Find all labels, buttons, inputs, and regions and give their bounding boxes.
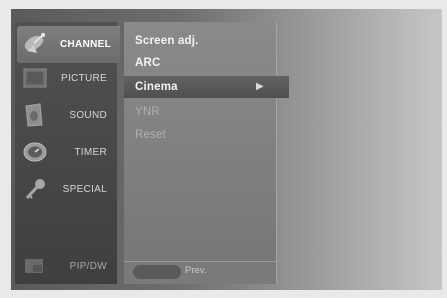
speaker-icon: [22, 102, 50, 128]
clock-icon: [22, 139, 50, 165]
menu-item-label: SPECIAL: [62, 184, 107, 195]
key-icon: [22, 176, 50, 202]
menu-item-sound[interactable]: SOUND: [18, 97, 116, 134]
menu-item-pip-dw[interactable]: PIP/DW: [18, 248, 116, 285]
submenu-item-label: YNR: [135, 106, 160, 118]
menu-item-channel[interactable]: CHANNEL: [17, 26, 120, 63]
menu-item-timer[interactable]: TIMER: [18, 134, 116, 171]
picture-icon: [22, 65, 50, 91]
menu-item-picture[interactable]: PICTURE: [18, 60, 116, 97]
submenu-item-label: Reset: [135, 129, 167, 141]
satellite-dish-icon: [21, 31, 49, 57]
prev-label: Prev.: [185, 265, 207, 276]
submenu-item-cinema[interactable]: Cinema ▶: [124, 76, 289, 98]
menu-item-label: PICTURE: [61, 73, 107, 84]
menu-item-special[interactable]: SPECIAL: [18, 171, 116, 208]
submenu-item-reset: Reset: [124, 124, 276, 146]
menu-item-label: TIMER: [74, 147, 107, 158]
submenu-item-label: Screen adj.: [135, 35, 199, 47]
submenu-item-screen-adj[interactable]: Screen adj.: [124, 30, 276, 52]
submenu-item-label: Cinema: [135, 81, 178, 93]
submenu-item-ynr: YNR: [124, 101, 276, 123]
submenu-item-arc[interactable]: ARC: [124, 52, 276, 74]
menu-item-label: CHANNEL: [60, 39, 111, 50]
menu-item-label: SOUND: [69, 110, 107, 121]
menu-item-label: PIP/DW: [69, 261, 107, 272]
prev-button[interactable]: [133, 265, 181, 279]
submenu-item-label: ARC: [135, 57, 161, 69]
pip-icon: [22, 253, 50, 279]
arrow-right-icon: ▶: [256, 81, 264, 92]
